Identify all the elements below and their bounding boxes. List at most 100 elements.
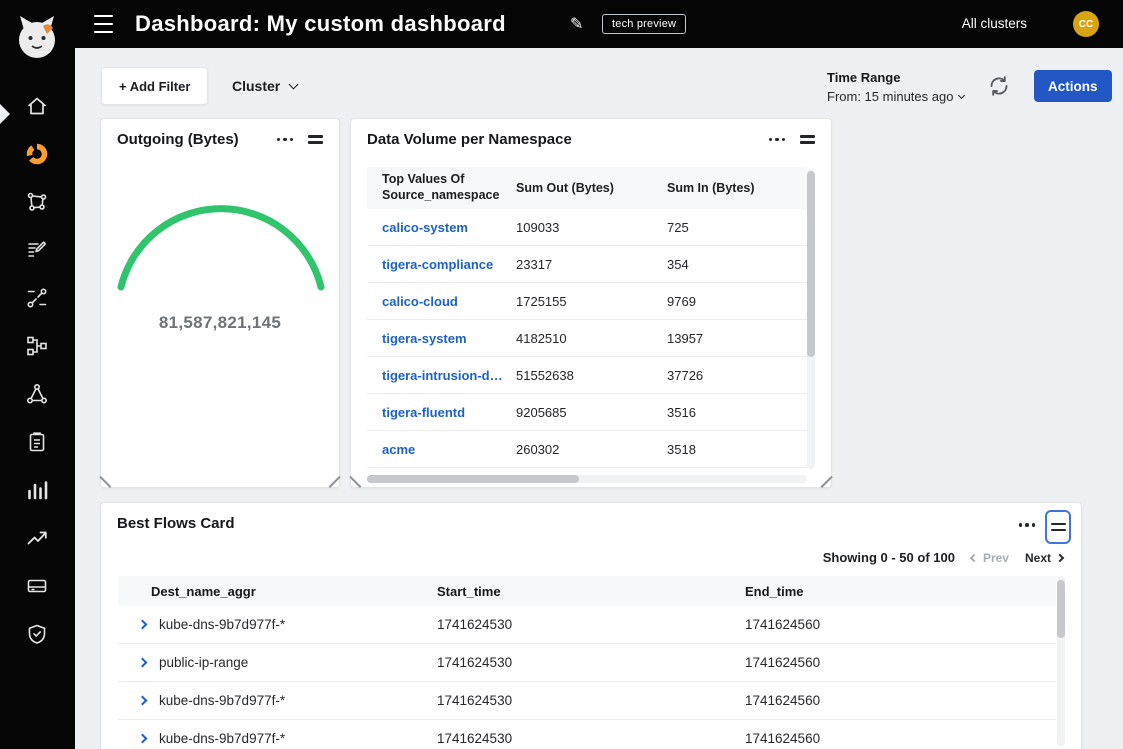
sum-out-value: 9205685 <box>507 405 658 420</box>
compliance-icon[interactable] <box>17 422 57 462</box>
add-filter-button[interactable]: + Add Filter <box>101 67 208 105</box>
end-time: 1741624560 <box>745 617 1056 632</box>
actions-button[interactable]: Actions <box>1034 70 1112 102</box>
dest-name: kube-dns-9b7d977f-* <box>159 731 285 746</box>
menu-icon[interactable] <box>94 15 116 33</box>
table-row[interactable]: kube-dns-9b7d977f-* 1741624530 174162456… <box>118 682 1056 720</box>
sum-out-value: 109033 <box>507 220 658 235</box>
card-data-volume: Data Volume per Namespace Top Values Of … <box>350 118 832 488</box>
flows-table: Dest_name_aggr Start_time End_time kube-… <box>118 576 1056 749</box>
chevron-left-icon <box>970 553 978 561</box>
vertical-scrollbar[interactable] <box>1057 576 1065 746</box>
tech-preview-badge: tech preview <box>602 14 686 34</box>
next-page-button[interactable]: Next <box>1025 551 1063 565</box>
endpoints-icon[interactable] <box>17 566 57 606</box>
page-title: Dashboard: My custom dashboard <box>135 0 506 48</box>
sum-in-value: 354 <box>658 257 807 272</box>
network-sets-icon[interactable] <box>17 326 57 366</box>
cluster-selector[interactable]: All clusters <box>962 0 1027 48</box>
sum-out-value: 51552638 <box>507 368 658 383</box>
avatar[interactable]: CC <box>1073 11 1099 37</box>
card-best-flows: Best Flows Card Showing 0 - 50 of 100 Pr… <box>100 502 1082 749</box>
column-header: Dest_name_aggr <box>118 584 437 599</box>
home-icon[interactable] <box>17 86 57 126</box>
card-menu-icon[interactable] <box>277 138 294 142</box>
prev-page-button[interactable]: Prev <box>971 551 1009 565</box>
namespace-link[interactable]: calico-system <box>367 220 507 235</box>
dashboards-icon[interactable] <box>17 134 57 174</box>
cluster-dropdown-label: Cluster <box>232 78 280 94</box>
end-time: 1741624560 <box>745 693 1056 708</box>
drag-handle-icon[interactable] <box>308 135 323 144</box>
end-time: 1741624560 <box>745 655 1056 670</box>
gauge-value: 81,587,821,145 <box>101 313 339 333</box>
gauge-chart <box>115 195 327 291</box>
table-row[interactable]: public-ip-range 1741624530 1741624560 <box>118 644 1056 682</box>
time-range-label: Time Range <box>827 70 964 85</box>
vertical-scrollbar[interactable] <box>807 169 815 469</box>
policies-icon[interactable] <box>17 230 57 270</box>
topbar: Dashboard: My custom dashboard ✎ tech pr… <box>0 0 1123 48</box>
network-flows-icon[interactable] <box>17 278 57 318</box>
namespace-link[interactable]: calico-cloud <box>367 294 507 309</box>
column-header: End_time <box>745 584 1056 599</box>
namespace-link[interactable]: tigera-system <box>367 331 507 346</box>
column-header: Top Values Of Source_namespace <box>367 172 507 203</box>
sum-out-value: 1725155 <box>507 294 658 309</box>
namespace-link[interactable]: tigera-fluentd <box>367 405 507 420</box>
start-time: 1741624530 <box>437 731 745 746</box>
time-range-value[interactable]: From: 15 minutes ago <box>827 89 964 104</box>
table-header: Dest_name_aggr Start_time End_time <box>118 576 1056 606</box>
sidebar-nav <box>17 86 57 654</box>
table-row: calico-cloud 1725155 9769 <box>367 283 807 320</box>
expand-row-icon[interactable] <box>138 620 148 630</box>
start-time: 1741624530 <box>437 655 745 670</box>
namespace-link[interactable]: tigera-compliance <box>367 257 507 272</box>
resize-handle[interactable] <box>351 473 365 487</box>
edit-dashboard-icon[interactable]: ✎ <box>570 14 583 34</box>
card-menu-icon[interactable] <box>1019 523 1036 527</box>
service-graph-icon[interactable] <box>17 182 57 222</box>
trends-icon[interactable] <box>17 518 57 558</box>
statistics-icon[interactable] <box>17 470 57 510</box>
card-menu-icon[interactable] <box>769 138 786 142</box>
table-row[interactable]: kube-dns-9b7d977f-* 1741624530 174162456… <box>118 606 1056 644</box>
prev-label: Prev <box>983 551 1009 565</box>
table-row: acme 260302 3518 <box>367 431 807 468</box>
horizontal-scrollbar[interactable] <box>367 475 807 483</box>
sidebar-active-indicator <box>0 104 10 124</box>
start-time: 1741624530 <box>437 693 745 708</box>
card-title: Data Volume per Namespace <box>367 131 572 148</box>
chevron-right-icon <box>1056 553 1064 561</box>
sum-in-value: 3516 <box>658 405 807 420</box>
drag-handle-selected[interactable] <box>1045 510 1071 544</box>
workloads-icon[interactable] <box>17 374 57 414</box>
column-header: Start_time <box>437 584 745 599</box>
resize-handle[interactable] <box>817 473 831 487</box>
table-row: tigera-intrusion-d… 51552638 37726 <box>367 357 807 394</box>
expand-row-icon[interactable] <box>138 734 148 744</box>
cluster-dropdown[interactable]: Cluster <box>232 67 297 105</box>
expand-row-icon[interactable] <box>138 658 148 668</box>
showing-label: Showing 0 - 50 of 100 <box>823 550 955 565</box>
sum-out-value: 23317 <box>507 257 658 272</box>
card-outgoing-bytes: Outgoing (Bytes) 81,587,821,145 <box>100 118 340 488</box>
table-row[interactable]: kube-dns-9b7d977f-* 1741624530 174162456… <box>118 720 1056 749</box>
time-range-from: From: 15 minutes ago <box>827 89 953 104</box>
end-time: 1741624560 <box>745 731 1056 746</box>
namespace-link[interactable]: acme <box>367 442 507 457</box>
resize-handle[interactable] <box>325 473 339 487</box>
expand-row-icon[interactable] <box>138 696 148 706</box>
dest-name: public-ip-range <box>159 655 248 670</box>
calico-logo <box>15 12 59 64</box>
resize-handle[interactable] <box>101 473 115 487</box>
sum-out-value: 260302 <box>507 442 658 457</box>
security-icon[interactable] <box>17 614 57 654</box>
refresh-icon[interactable] <box>987 74 1011 98</box>
card-title: Best Flows Card <box>117 515 235 532</box>
chevron-down-icon <box>289 79 299 89</box>
drag-handle-icon[interactable] <box>800 135 815 144</box>
table-row: calico-system 109033 725 <box>367 209 807 246</box>
table-row: tigera-system 4182510 13957 <box>367 320 807 357</box>
namespace-link[interactable]: tigera-intrusion-d… <box>367 368 507 383</box>
